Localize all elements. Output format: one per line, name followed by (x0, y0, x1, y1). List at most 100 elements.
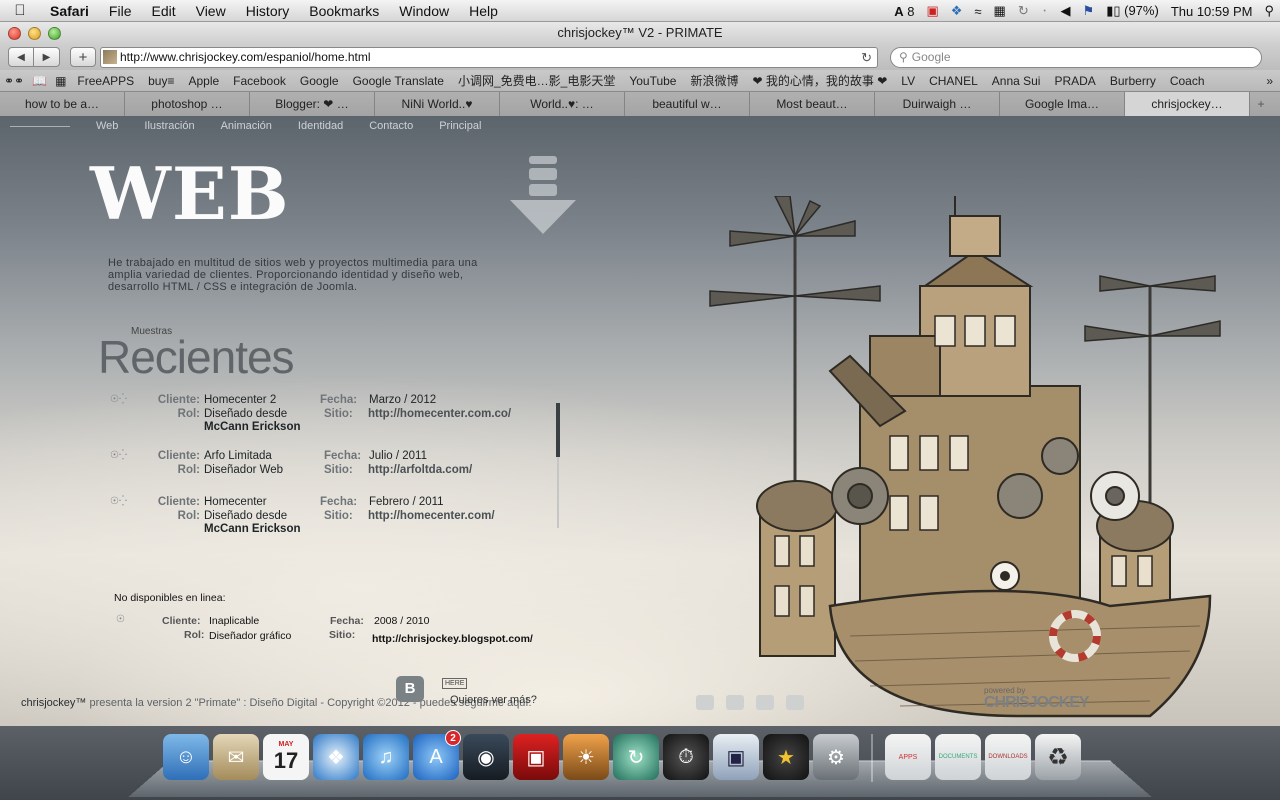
preview-icon[interactable]: ▣ (713, 734, 759, 780)
apple-menu-icon[interactable]:  (0, 2, 40, 19)
label-sitio: Sitio: (329, 629, 356, 641)
itunes-icon[interactable]: ♫ (363, 734, 409, 780)
social-rss-icon[interactable] (786, 695, 804, 710)
time-machine-icon[interactable]: ↻ (613, 734, 659, 780)
social-blogger-icon[interactable] (696, 695, 714, 710)
back-button[interactable]: ◀ (8, 47, 34, 67)
project-sitio-link[interactable]: http://homecenter.com/ (368, 510, 495, 522)
menu-edit[interactable]: Edit (141, 3, 185, 19)
bookmark-item[interactable]: LV (894, 74, 922, 88)
blogger-icon[interactable]: B (396, 676, 424, 702)
tab[interactable]: Most beaut… (750, 92, 875, 116)
close-window-button[interactable] (8, 27, 21, 40)
ical-icon[interactable]: MAY 17 (263, 734, 309, 780)
tab[interactable]: Google Ima… (1000, 92, 1125, 116)
tab-active[interactable]: chrisjockey… (1125, 92, 1250, 116)
system-preferences-icon[interactable]: ⚙ (813, 734, 859, 780)
offline-sitio-link[interactable]: http://chrisjockey.blogspot.com/ (372, 633, 533, 645)
nav-animacion[interactable]: Animación (221, 120, 272, 132)
project-cliente: Arfo Limitada (204, 450, 272, 462)
menu-help[interactable]: Help (459, 3, 508, 19)
add-bookmark-button[interactable]: + (70, 47, 96, 67)
nav-ilustracion[interactable]: Ilustración (144, 120, 194, 132)
reload-icon[interactable]: ↻ (861, 50, 872, 66)
search-field[interactable]: ⚲ Google (890, 46, 1262, 68)
trash-icon[interactable]: ♻ (1035, 734, 1081, 780)
bookmark-item[interactable]: FreeAPPS (70, 74, 141, 88)
projects-scroll-thumb[interactable] (556, 403, 560, 457)
address-bar[interactable]: http://www.chrisjockey.com/espaniol/home… (100, 46, 878, 68)
bookmark-item[interactable]: Google Translate (346, 74, 451, 88)
bookmark-item[interactable]: Burberry (1103, 74, 1163, 88)
bookmark-item[interactable]: 小调网_免费电…影_电影天堂 (451, 72, 622, 89)
bookmark-item[interactable]: PRADA (1047, 74, 1102, 88)
bookmark-item[interactable]: Anna Sui (985, 74, 1048, 88)
menu-app-safari[interactable]: Safari (40, 3, 99, 19)
menu-history[interactable]: History (236, 3, 300, 19)
wifi-icon[interactable]: ≈ (968, 4, 987, 19)
bookmark-item[interactable]: Google (293, 74, 346, 88)
facetime-icon[interactable]: ◉ (463, 734, 509, 780)
label-cliente: Cliente: (157, 450, 200, 462)
menu-file[interactable]: File (99, 3, 142, 19)
quieres-ver-mas-link[interactable]: Quieres ver más? (450, 694, 537, 706)
documents-stack[interactable]: DOCUMENTS (935, 734, 981, 780)
bookmark-item[interactable]: YouTube (622, 74, 683, 88)
spotlight-icon[interactable]: ⚲ (1258, 3, 1280, 19)
social-mail-icon[interactable] (726, 695, 744, 710)
downloads-stack[interactable]: DOWNLOADS (985, 734, 1031, 780)
bookmark-item[interactable]: ❤ 我的心情，我的故事 ❤ (746, 72, 895, 89)
time-machine-icon[interactable]: ↻ (1012, 3, 1035, 19)
bookmark-item[interactable]: Apple (181, 74, 226, 88)
app-store-icon[interactable]: A 2 (413, 730, 461, 780)
dashboard-icon[interactable]: ⏱ (663, 734, 709, 780)
imovie-icon[interactable]: ★ (763, 734, 809, 780)
bookmark-item[interactable]: 新浪微博 (683, 72, 745, 89)
bookmarks-book-icon[interactable]: 📖 (28, 74, 51, 88)
tab[interactable]: photoshop … (125, 92, 250, 116)
tab[interactable]: Duirwaigh … (875, 92, 1000, 116)
iphoto-icon[interactable]: ☀ (563, 734, 609, 780)
forward-button[interactable]: ▶ (34, 47, 60, 67)
tab[interactable]: World..♥: … (500, 92, 625, 116)
battery-icon[interactable]: ▮▯ (97%) (1100, 3, 1165, 19)
tab[interactable]: Blogger: ❤ … (250, 92, 375, 116)
clock[interactable]: Thu 10:59 PM (1165, 4, 1259, 19)
new-tab-button[interactable]: + (1250, 92, 1272, 116)
bookmarks-overflow-icon[interactable]: » (1259, 74, 1280, 88)
display-icon[interactable]: ▦ (988, 3, 1012, 19)
dock-divider (871, 734, 873, 782)
top-sites-grid-icon[interactable]: ▦ (51, 74, 70, 88)
menu-bookmarks[interactable]: Bookmarks (299, 3, 389, 19)
minimize-window-button[interactable] (28, 27, 41, 40)
project-sitio-link[interactable]: http://homecenter.com.co/ (368, 408, 511, 420)
photo-booth-icon[interactable]: ▣ (513, 734, 559, 780)
nav-web[interactable]: Web (96, 120, 118, 132)
project-sitio-link[interactable]: http://arfoltda.com/ (368, 464, 472, 476)
bluetooth-icon[interactable]: ᛫ (1035, 4, 1055, 19)
social-flickr-icon[interactable] (756, 695, 774, 710)
finder-icon[interactable]: ☺ (163, 734, 209, 780)
bookmark-item[interactable]: CHANEL (922, 74, 985, 88)
tab[interactable]: how to be a… (0, 92, 125, 116)
bookmark-item[interactable]: Coach (1163, 74, 1212, 88)
apps-stack[interactable]: APPS (885, 734, 931, 780)
us-flag-icon[interactable]: ⚑ (1077, 3, 1101, 19)
safari-icon[interactable]: ❖ (313, 734, 359, 780)
reading-list-icon[interactable]: ⚭⚭ (0, 74, 28, 88)
adobe-updater-icon[interactable]: A 8 (888, 4, 920, 19)
tab[interactable]: beautiful w… (625, 92, 750, 116)
nav-identidad[interactable]: Identidad (298, 120, 343, 132)
dropbox-icon[interactable]: ❖ (945, 3, 969, 19)
calendar-status-icon[interactable]: ▣ (920, 3, 944, 19)
menu-view[interactable]: View (186, 3, 236, 19)
nav-contacto[interactable]: Contacto (369, 120, 413, 132)
menu-window[interactable]: Window (389, 3, 459, 19)
tab[interactable]: NiNi World..♥ (375, 92, 500, 116)
bookmark-item[interactable]: buy≡ (141, 74, 181, 88)
volume-icon[interactable]: ◀ (1055, 3, 1077, 19)
mail-icon[interactable]: ✉ (213, 734, 259, 780)
bookmark-item[interactable]: Facebook (226, 74, 293, 88)
zoom-window-button[interactable] (48, 27, 61, 40)
nav-principal[interactable]: Principal (439, 120, 481, 132)
